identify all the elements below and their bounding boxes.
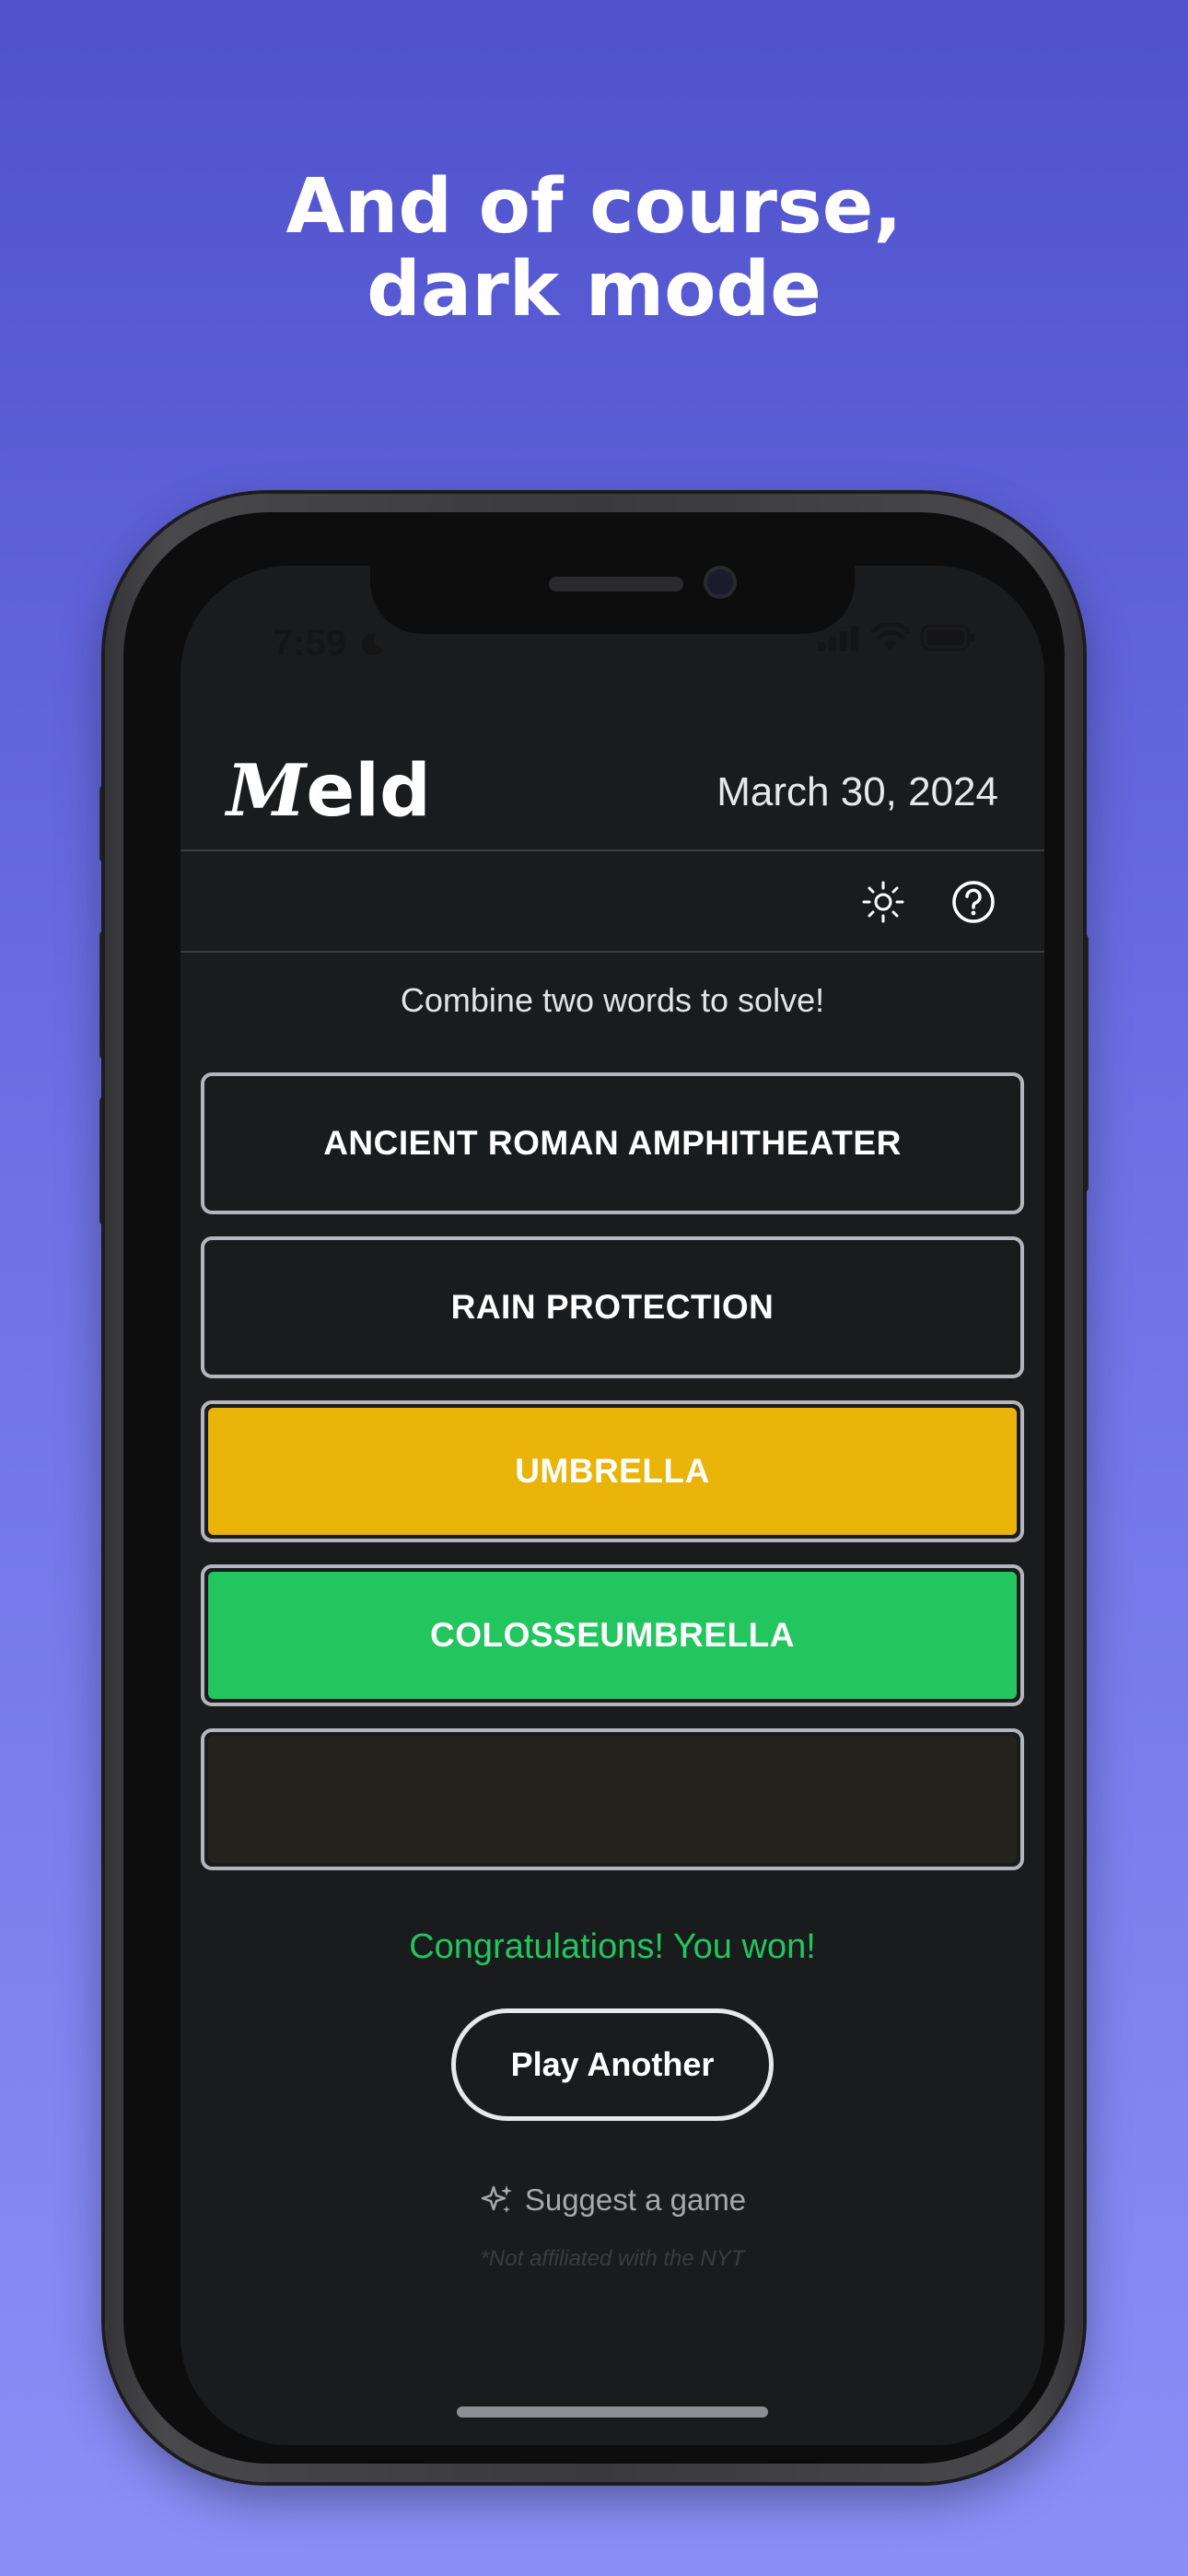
phone-screen: 7:59 Meld March 30, 2024 Combine two wor… — [181, 566, 1044, 2445]
solution-card-label: COLOSSEUMBRELLA — [430, 1616, 795, 1654]
cellular-signal-icon — [818, 626, 858, 651]
headline-line-2: dark mode — [367, 246, 821, 334]
puzzle-date: March 30, 2024 — [716, 769, 998, 814]
empty-card-fill — [208, 1736, 1017, 1863]
moon-icon — [362, 633, 384, 656]
wifi-icon — [871, 623, 910, 650]
answer-card-1: UMBRELLA — [201, 1400, 1024, 1542]
suggest-game-label: Suggest a game — [524, 2183, 747, 2217]
notch — [370, 566, 855, 634]
sun-icon[interactable] — [860, 879, 906, 925]
app-header: Meld March 30, 2024 — [181, 748, 1044, 851]
promo-headline: And of course, dark mode — [0, 166, 1188, 332]
disclaimer: *Not affiliated with the NYT — [480, 2246, 745, 2271]
clue-card-2: RAIN PROTECTION — [201, 1236, 1024, 1378]
speaker-grille — [549, 577, 683, 591]
home-indicator[interactable] — [457, 2406, 768, 2418]
status-icons — [818, 623, 976, 652]
solution-card: COLOSSEUMBRELLA — [201, 1564, 1024, 1706]
app-logo[interactable]: Meld — [227, 749, 431, 834]
suggest-game-link[interactable]: Suggest a game — [181, 2182, 1044, 2219]
status-time: 7:59 — [273, 623, 386, 663]
logo-first-letter: M — [227, 749, 307, 833]
play-another-button[interactable]: Play Another — [451, 2008, 774, 2121]
result-message: Congratulations! You won! — [409, 1927, 816, 1966]
sparkles-icon — [481, 2185, 512, 2213]
empty-card — [201, 1728, 1024, 1870]
clue-card-1: ANCIENT ROMAN AMPHITHEATER — [201, 1072, 1024, 1214]
instructions: Combine two words to solve! — [400, 981, 825, 1019]
clue-card-label: ANCIENT ROMAN AMPHITHEATER — [323, 1124, 902, 1162]
headline-line-1: And of course, — [285, 163, 903, 251]
clue-card-label: RAIN PROTECTION — [450, 1288, 775, 1326]
phone-frame: 7:59 Meld March 30, 2024 Combine two wor… — [105, 494, 1083, 2482]
front-camera — [707, 569, 733, 595]
status-time-text: 7:59 — [273, 623, 347, 663]
logo-rest: eld — [306, 750, 431, 833]
phone-bezel: 7:59 Meld March 30, 2024 Combine two wor… — [123, 512, 1065, 2464]
help-icon[interactable] — [950, 879, 996, 925]
toolbar — [181, 851, 1044, 953]
answer-card-label: UMBRELLA — [515, 1452, 710, 1490]
battery-icon — [921, 624, 974, 651]
